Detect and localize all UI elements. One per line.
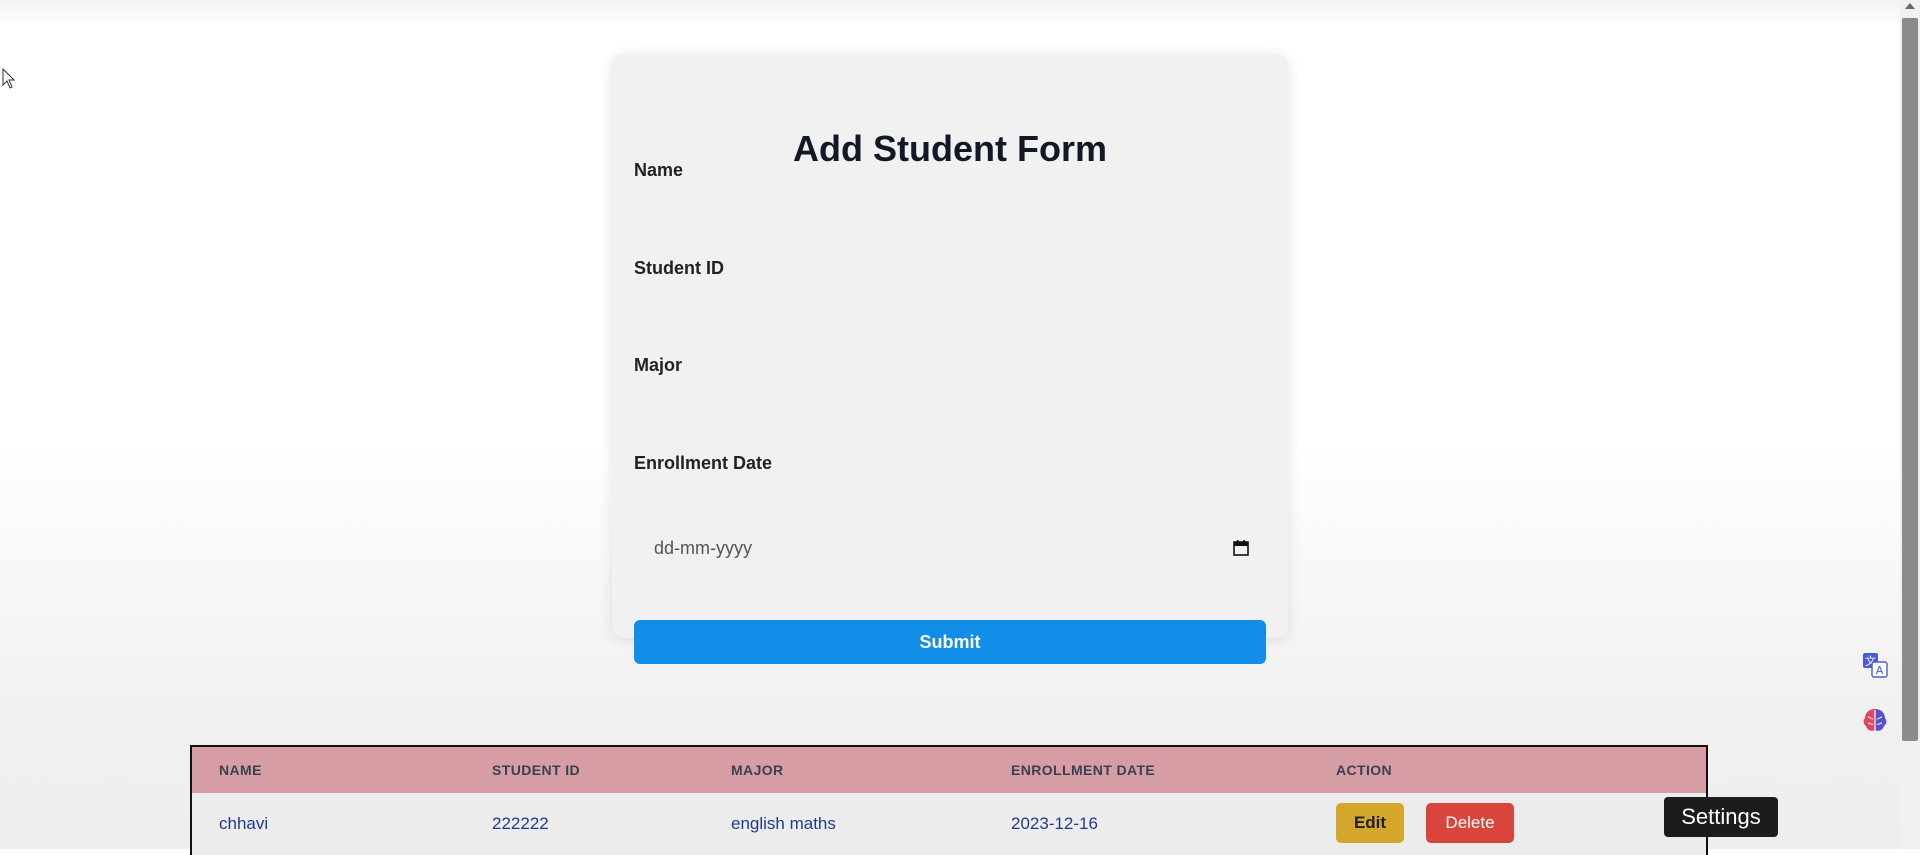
brain-icon[interactable]	[1860, 705, 1890, 735]
student-id-input[interactable]	[634, 286, 1264, 322]
calendar-icon[interactable]	[1232, 539, 1250, 557]
top-band	[0, 0, 1900, 26]
submit-button[interactable]: Submit	[634, 620, 1266, 664]
form-title: Add Student Form	[793, 128, 1107, 169]
header-action: ACTION	[1336, 762, 1393, 778]
header-student-id: STUDENT ID	[492, 762, 580, 778]
name-label: Name	[634, 160, 684, 180]
translate-icon[interactable]: 文 A	[1860, 650, 1890, 680]
cell-name: chhavi	[219, 814, 269, 833]
cursor-icon	[2, 68, 16, 89]
header-enrollment-date: ENROLLMENT DATE	[1011, 762, 1156, 778]
scroll-up-arrow-icon[interactable]	[1905, 3, 1915, 9]
students-table: NAME STUDENT ID MAJOR ENROLLMENT DATE AC…	[190, 745, 1708, 855]
add-student-form: Add Student Form Name Student ID Major E…	[612, 54, 1288, 664]
header-name: NAME	[219, 762, 262, 778]
name-input[interactable]	[634, 188, 1264, 224]
enrollment-date-input[interactable]: dd-mm-yyyy	[634, 528, 1264, 568]
header-major: MAJOR	[731, 762, 784, 778]
edit-button[interactable]: Edit	[1336, 803, 1404, 843]
cell-enrollment-date: 2023-12-16	[1011, 814, 1098, 833]
student-id-label: Student ID	[634, 258, 724, 278]
date-placeholder: dd-mm-yyyy	[654, 537, 752, 558]
table-row: chhavi 222222 english maths 2023-12-16 E…	[192, 793, 1706, 855]
enrollment-date-label: Enrollment Date	[634, 453, 773, 473]
scrollbar-thumb[interactable]	[1902, 18, 1918, 741]
cell-major: english maths	[731, 814, 836, 833]
major-input[interactable]	[634, 383, 1264, 419]
settings-tooltip: Settings	[1664, 797, 1778, 837]
delete-button[interactable]: Delete	[1426, 803, 1514, 843]
table-header: NAME STUDENT ID MAJOR ENROLLMENT DATE AC…	[192, 747, 1706, 793]
cell-student-id: 222222	[492, 814, 549, 833]
svg-text:A: A	[1876, 664, 1884, 677]
major-label: Major	[634, 355, 683, 375]
